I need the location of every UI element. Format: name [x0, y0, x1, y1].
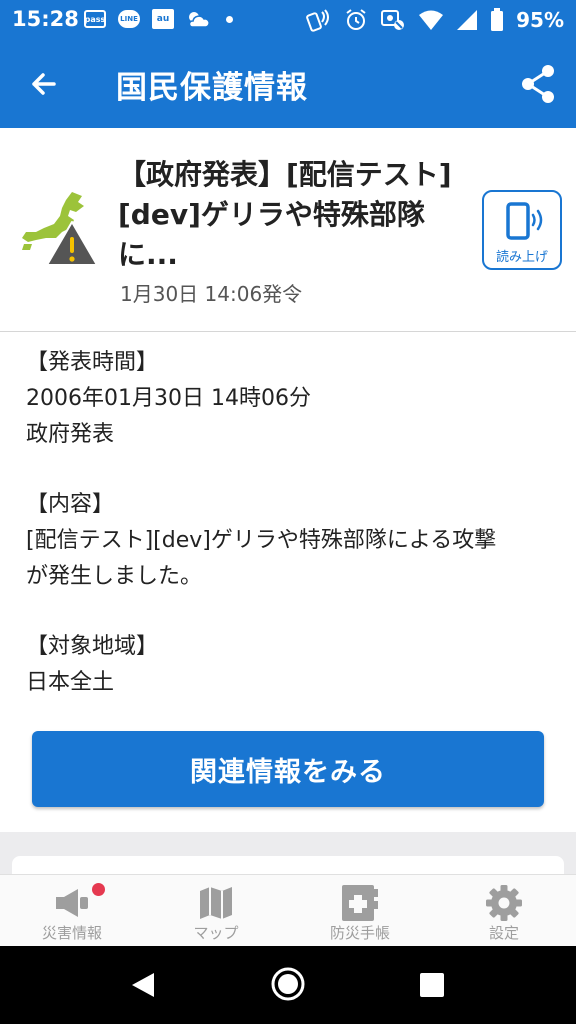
japan-warning-icon	[22, 192, 98, 266]
pass-icon: pass	[84, 10, 106, 28]
nav-item-settings[interactable]: 設定	[432, 875, 576, 947]
phone-speaker-icon	[506, 202, 543, 240]
weather-icon	[188, 12, 210, 28]
nav-label-disaster-info: 災害情報	[41, 924, 102, 942]
section-heading-region: 【対象地域】	[26, 634, 159, 659]
au-icon: au	[152, 9, 174, 29]
page-title: 国民保護情報	[116, 70, 308, 106]
content-line-1: [配信テスト][dev]ゲリラや特殊部隊による攻撃	[26, 528, 497, 553]
battery-icon	[491, 8, 504, 31]
megaphone-icon	[56, 889, 88, 917]
alert-title: 【政府発表】[配信テスト][dev]ゲリラや特殊部隊に...	[118, 158, 452, 271]
wifi-icon	[419, 10, 444, 30]
alert-header: 【政府発表】[配信テスト][dev]ゲリラや特殊部隊に... 1月30日 14:…	[0, 128, 576, 332]
battery-percent: 95%	[516, 8, 564, 32]
status-left-icons: pass LINE au	[84, 9, 233, 29]
status-time: 15:28	[12, 7, 79, 31]
system-recents-icon[interactable]	[420, 973, 444, 997]
notification-badge	[92, 883, 105, 896]
signal-icon	[457, 10, 478, 30]
nav-item-handbook[interactable]: 防災手帳	[288, 875, 432, 947]
gear-icon	[486, 885, 522, 921]
system-back-icon[interactable]	[128, 970, 158, 1000]
section-heading-content: 【内容】	[26, 492, 115, 517]
content-line-2: が発生しました。	[26, 564, 203, 589]
target-region: 日本全土	[26, 670, 115, 695]
status-right-icons: 95%	[306, 8, 564, 32]
read-aloud-button[interactable]: 読み上げ	[482, 190, 562, 270]
alert-date: 1月30日 14:06発令	[120, 282, 303, 306]
nav-item-map[interactable]: マップ	[144, 875, 288, 947]
map-icon	[200, 887, 232, 919]
related-info-button[interactable]: 関連情報をみる	[32, 731, 544, 807]
notification-dot-icon	[226, 15, 233, 23]
status-bar: 15:28 pass LINE au 95%	[0, 0, 576, 40]
arrow-back-icon[interactable]	[24, 64, 64, 104]
line-icon: LINE	[118, 10, 140, 28]
first-aid-book-icon	[342, 885, 378, 921]
location-off-icon	[381, 10, 405, 30]
alarm-icon	[346, 9, 366, 30]
nav-label-handbook: 防災手帳	[329, 924, 390, 942]
system-home-icon[interactable]	[270, 966, 306, 1002]
share-icon[interactable]	[518, 62, 558, 106]
nav-label-settings: 設定	[488, 924, 519, 942]
announcement-datetime: 2006年01月30日 14時06分	[26, 386, 311, 411]
app-bar: 国民保護情報	[0, 40, 576, 128]
nav-item-disaster-info[interactable]: 災害情報	[0, 875, 144, 947]
nav-label-map: マップ	[193, 924, 239, 942]
bottom-nav: 災害情報 マップ 防災手帳 設定	[0, 874, 576, 946]
system-nav-bar	[0, 946, 576, 1024]
section-heading-time: 【発表時間】	[26, 350, 159, 375]
nfc-icon	[306, 9, 330, 32]
announcement-source: 政府発表	[26, 422, 115, 447]
read-aloud-label: 読み上げ	[495, 250, 548, 265]
alert-body: 【発表時間】 2006年01月30日 14時06分 政府発表 【内容】 [配信テ…	[26, 345, 556, 701]
